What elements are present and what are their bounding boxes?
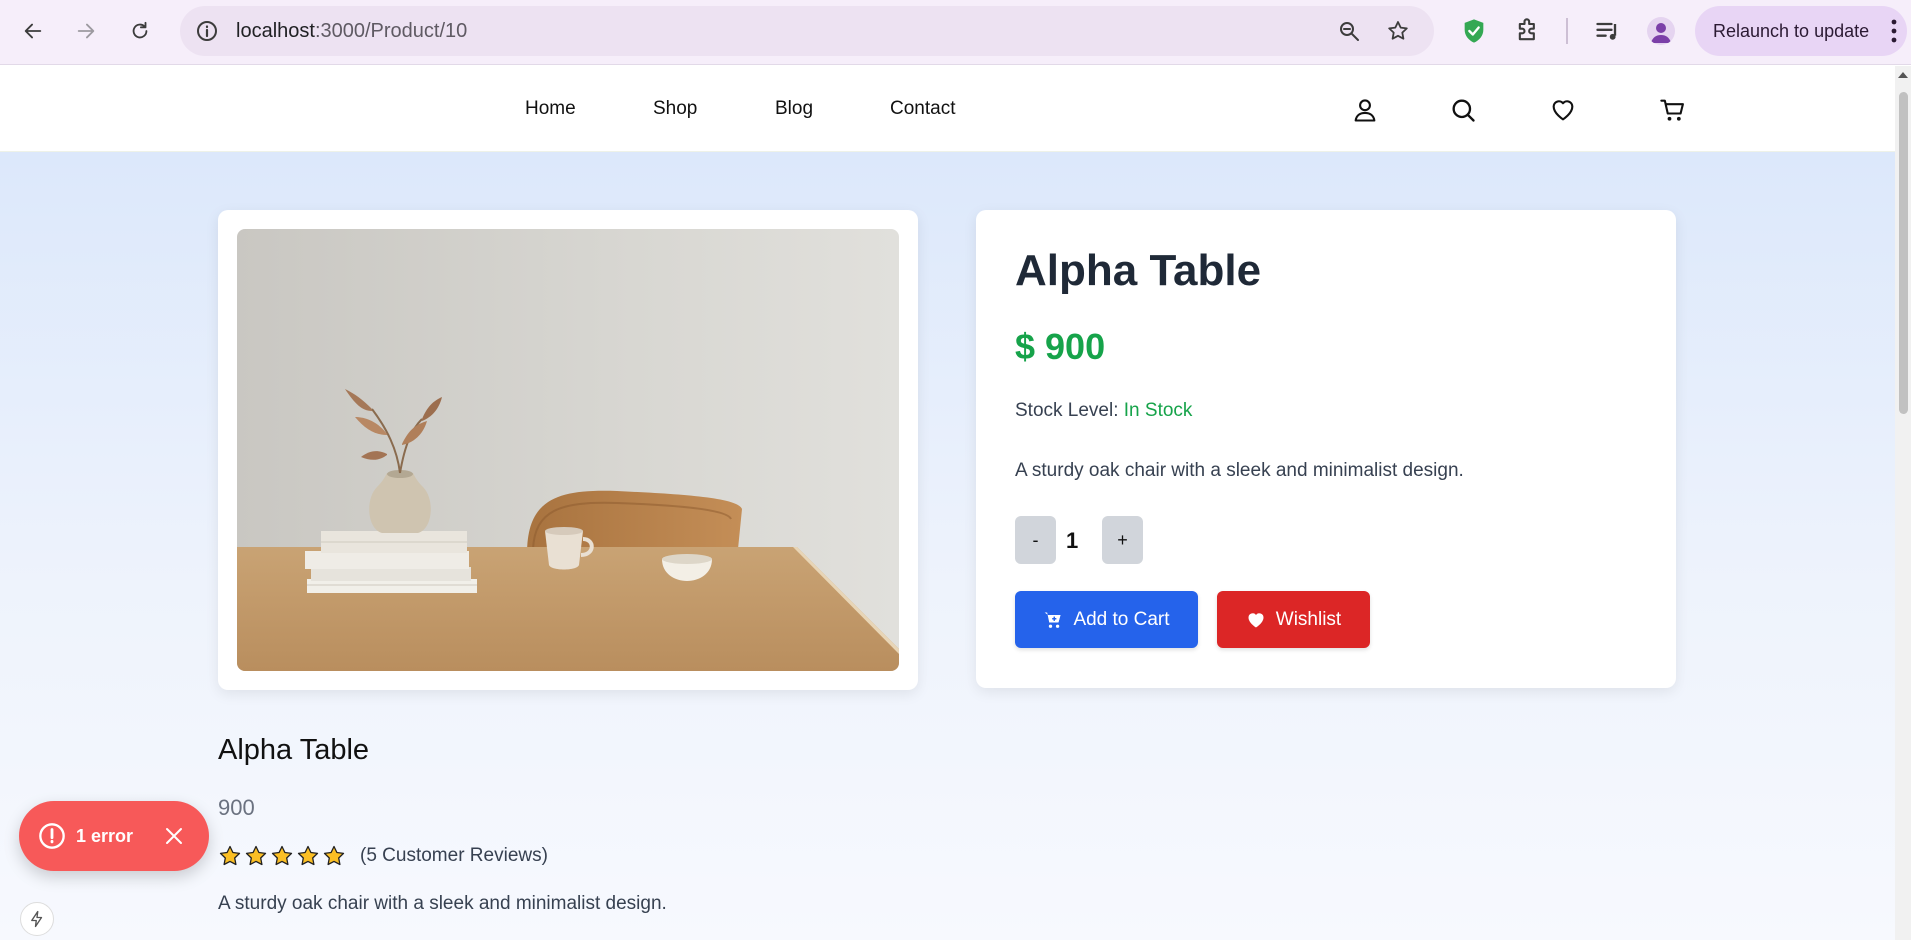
arrow-right-icon <box>77 23 95 39</box>
arrow-left-icon <box>24 23 42 39</box>
product-price: $ 900 <box>1015 326 1106 367</box>
reload-icon <box>132 21 148 39</box>
nav-link-shop[interactable]: Shop <box>653 98 697 120</box>
wishlist-button[interactable]: Wishlist <box>1217 591 1370 648</box>
toolbar-divider <box>1566 18 1568 44</box>
add-to-cart-label: Add to Cart <box>1073 608 1170 630</box>
reviews-count[interactable]: (5 Customer Reviews) <box>360 845 548 867</box>
quantity-value: 1 <box>1066 528 1079 553</box>
star-icon <box>245 845 267 866</box>
info-icon[interactable] <box>195 19 219 43</box>
product-page: Alpha Table $ 900 Stock Level: In Stock … <box>0 152 1895 940</box>
cart-icon[interactable] <box>1659 96 1687 124</box>
nav-link-home[interactable]: Home <box>525 98 576 120</box>
cart-plus-icon <box>1045 612 1061 628</box>
product-description: A sturdy oak chair with a sleek and mini… <box>1015 460 1464 481</box>
details-description: A sturdy oak chair with a sleek and mini… <box>218 893 667 914</box>
rating-stars <box>218 844 346 868</box>
product-info-card: Alpha Table $ 900 Stock Level: In Stock … <box>976 210 1676 688</box>
stock-status: In Stock <box>1123 400 1193 421</box>
error-count-label: 1 error <box>76 826 134 846</box>
error-alert-icon <box>39 823 65 849</box>
profile-avatar[interactable] <box>1647 17 1675 45</box>
product-title: Alpha Table <box>1015 246 1262 295</box>
address-bar[interactable]: localhost:3000/Product/10 <box>180 6 1434 56</box>
star-icon <box>219 845 241 866</box>
heart-icon[interactable] <box>1549 96 1577 124</box>
add-to-cart-button[interactable]: Add to Cart <box>1015 591 1198 648</box>
bookmark-star-icon[interactable] <box>1386 19 1410 43</box>
user-icon[interactable] <box>1351 96 1379 124</box>
dev-tools-button[interactable] <box>20 902 54 936</box>
error-toast[interactable]: 1 error <box>19 801 209 871</box>
stock-label: Stock Level: <box>1015 400 1119 421</box>
heart-filled-icon <box>1248 612 1264 627</box>
back-button[interactable] <box>14 12 52 50</box>
zoom-icon[interactable] <box>1337 19 1361 43</box>
details-title: Alpha Table <box>218 734 370 766</box>
star-icon <box>271 845 293 866</box>
lightning-icon <box>31 910 43 928</box>
url-text[interactable]: localhost:3000/Product/10 <box>236 20 467 43</box>
quantity-increment-button[interactable]: + <box>1102 516 1143 564</box>
search-icon[interactable] <box>1449 96 1477 124</box>
more-vert-icon[interactable] <box>1891 18 1897 44</box>
extensions-puzzle-icon[interactable] <box>1514 17 1542 45</box>
quantity-decrement-button[interactable]: - <box>1015 516 1056 564</box>
stock-level: Stock Level: In Stock <box>1015 400 1192 422</box>
star-icon <box>323 845 345 866</box>
details-price: 900 <box>218 795 255 820</box>
scroll-up-icon[interactable] <box>1897 70 1909 80</box>
star-icon <box>297 845 319 866</box>
shield-extension-icon[interactable] <box>1460 17 1488 45</box>
nav-link-contact[interactable]: Contact <box>890 98 955 120</box>
product-photo <box>237 229 899 671</box>
scrollbar-thumb[interactable] <box>1899 92 1908 414</box>
close-icon[interactable] <box>162 824 186 848</box>
relaunch-button[interactable]: Relaunch to update <box>1695 6 1907 56</box>
product-image-card <box>218 210 918 690</box>
forward-button[interactable] <box>67 12 105 50</box>
person-icon <box>1651 23 1671 43</box>
site-header: Home Shop Blog Contact <box>0 66 1895 152</box>
wishlist-label: Wishlist <box>1275 608 1342 630</box>
reload-button[interactable] <box>121 12 159 50</box>
media-controls-icon[interactable] <box>1594 17 1622 45</box>
nav-link-blog[interactable]: Blog <box>775 98 813 120</box>
browser-toolbar: localhost:3000/Product/10 Relaunch to up… <box>0 0 1911 65</box>
